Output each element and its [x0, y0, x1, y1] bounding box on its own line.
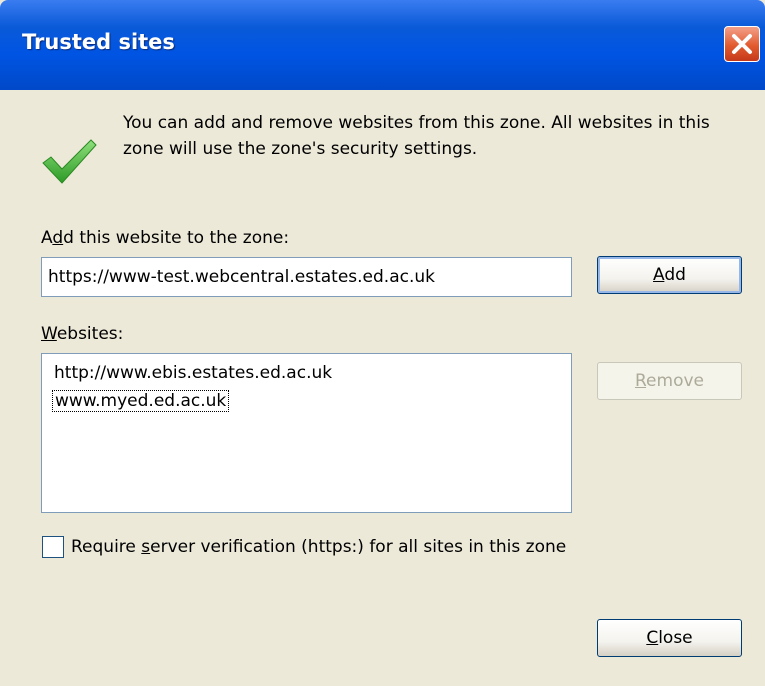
close-button-accelerator: C	[646, 628, 659, 648]
list-item[interactable]: www.myed.ed.ac.uk	[52, 390, 230, 412]
remove-button[interactable]: Remove	[597, 362, 742, 400]
close-button[interactable]: Close	[597, 619, 742, 657]
add-button-accelerator: A	[653, 265, 665, 285]
list-item[interactable]: http://www.ebis.estates.ed.ac.uk	[54, 363, 332, 383]
close-window-button[interactable]	[724, 26, 760, 62]
checkmark-icon	[42, 139, 97, 184]
close-button-label: lose	[658, 628, 693, 648]
remove-button-label: emove	[646, 371, 704, 391]
dialog-title: Trusted sites	[22, 30, 175, 54]
title-bar[interactable]: Trusted sites	[0, 0, 765, 90]
add-button-label: dd	[664, 265, 686, 285]
intro-text: You can add and remove websites from thi…	[123, 113, 710, 159]
add-label-text-a: A	[41, 228, 53, 248]
require-label-accelerator: s	[141, 537, 151, 557]
websites-label-text: ebsites:	[56, 324, 124, 344]
add-label-text-b: d this website to the zone:	[63, 228, 290, 248]
add-website-input[interactable]: https://www-test.webcentral.estates.ed.a…	[41, 257, 572, 297]
trusted-sites-dialog: Trusted sites You can add and remove web…	[0, 0, 765, 686]
require-label-text-b: erver verification (https:) for all site…	[150, 537, 567, 557]
remove-button-accelerator: R	[634, 371, 647, 391]
require-verification-checkbox[interactable]	[42, 536, 64, 558]
require-label-text-a: Require	[71, 537, 142, 557]
websites-label-accelerator: W	[41, 324, 57, 344]
close-icon	[732, 34, 752, 54]
add-website-label: Add this website to the zone:	[41, 228, 289, 248]
websites-list[interactable]: http://www.ebis.estates.ed.ac.uk www.mye…	[41, 353, 572, 513]
add-label-accelerator: d	[52, 228, 64, 248]
websites-label: Websites:	[41, 324, 123, 344]
add-button[interactable]: Add	[597, 256, 742, 294]
require-verification-label[interactable]: Require server verification (https:) for…	[71, 537, 566, 557]
